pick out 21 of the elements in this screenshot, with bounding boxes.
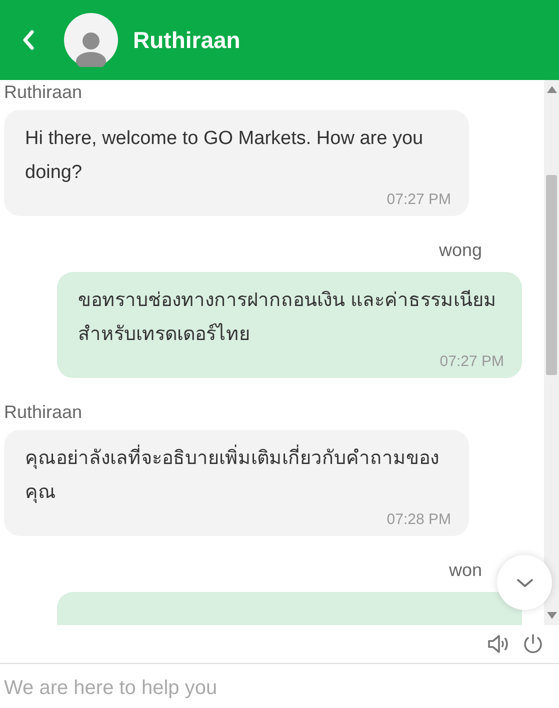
sender-name: Ruthiraan xyxy=(4,81,82,104)
speaker-icon xyxy=(487,633,511,655)
message-text: ขอทราบช่องทางการฝากถอนเงิน และค่าธรรมเนียมสำหรับเทรดเดอร์ไทย xyxy=(78,288,498,347)
message-time: 07:27 PM xyxy=(440,352,504,372)
power-button[interactable] xyxy=(521,632,545,656)
avatar-icon xyxy=(64,13,118,67)
scrollbar[interactable] xyxy=(544,80,559,625)
contact-name: Ruthiraan xyxy=(133,26,240,55)
message-time: 07:28 PM xyxy=(386,510,451,530)
scrollbar-thumb[interactable] xyxy=(546,175,557,375)
message-time: 07:27 PM xyxy=(386,190,451,210)
sender-name: wong xyxy=(438,239,483,262)
sender-name: won xyxy=(448,559,483,582)
power-icon xyxy=(522,633,544,655)
message-text: Hi there, welcome to GO Markets. How are you doing? xyxy=(25,127,424,185)
back-icon xyxy=(21,29,35,51)
sender-name: Ruthiraan xyxy=(4,401,82,424)
message-text: คุณอย่าลังเลที่จะอธิบายเพิ่มเติมเกี่ยวกับคำถามของคุณ xyxy=(25,442,451,510)
speaker-button[interactable] xyxy=(487,632,511,656)
message-input[interactable]: We are here to help you xyxy=(0,668,559,708)
chevron-down-icon xyxy=(516,578,534,588)
